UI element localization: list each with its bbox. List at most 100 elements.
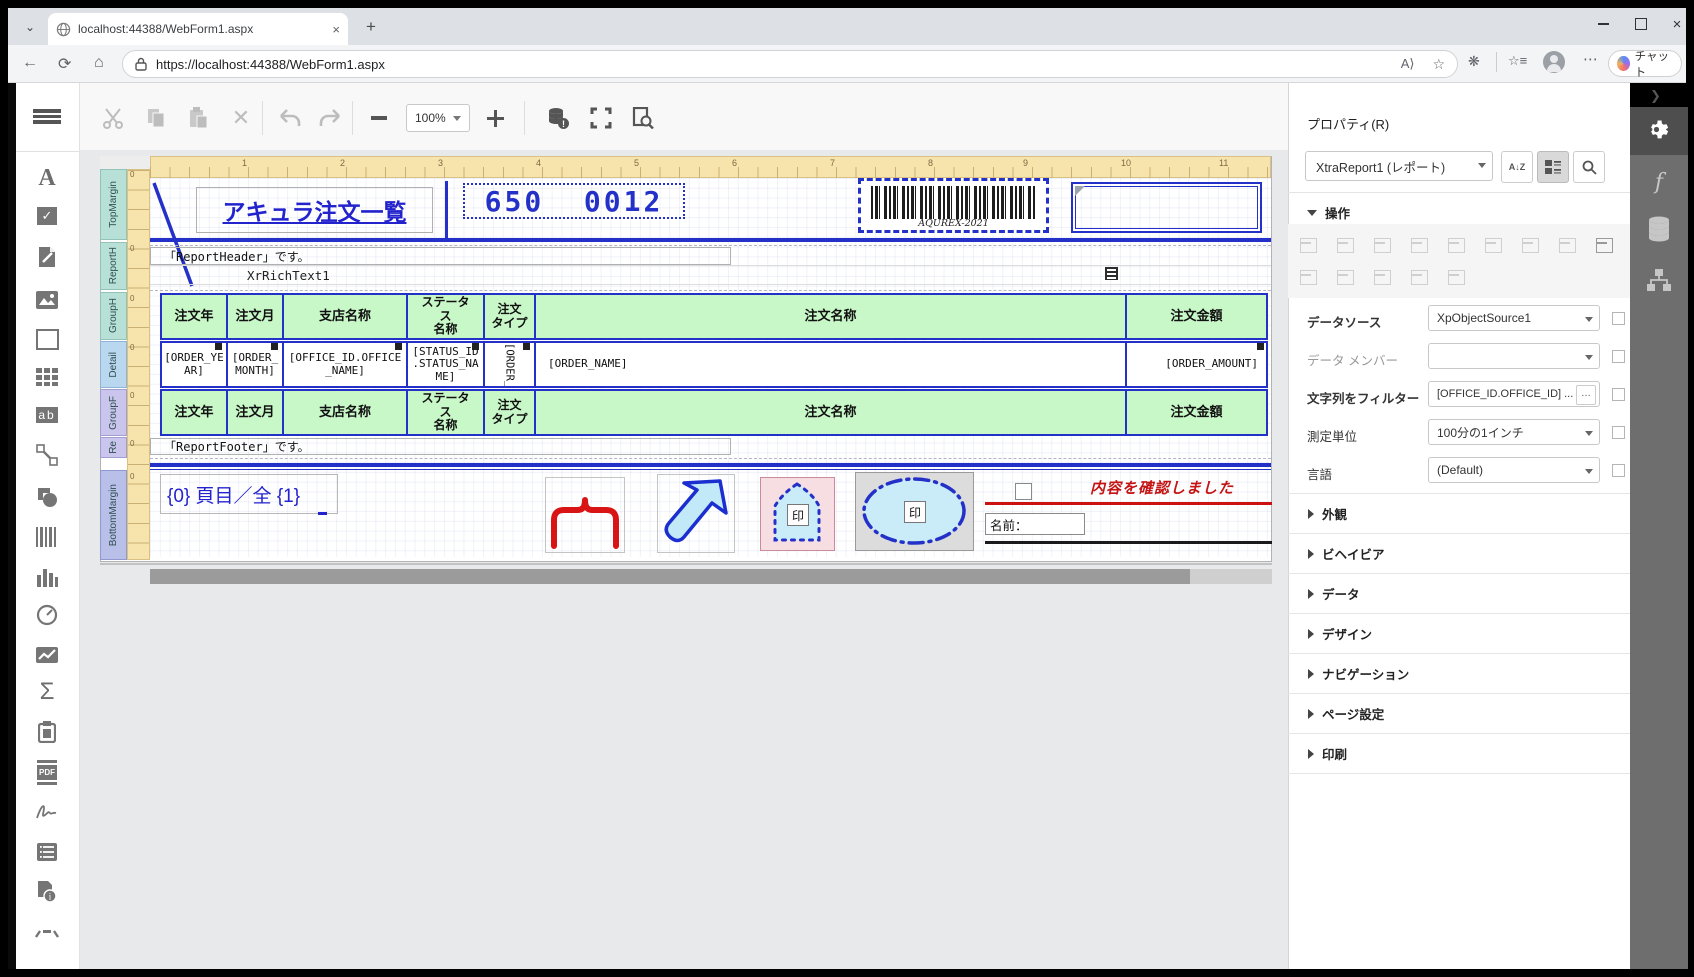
confirm-text-element[interactable]: 内容を確認しました — [1090, 477, 1285, 498]
label-tool-icon[interactable]: A — [34, 165, 60, 191]
profile-avatar[interactable] — [1543, 51, 1565, 73]
window-maximize-button[interactable] — [1624, 12, 1658, 36]
window-minimize-button[interactable] — [1586, 12, 1620, 36]
sparkline-tool-icon[interactable] — [34, 642, 60, 668]
header-cell-order-type[interactable]: 注文 タイプ — [483, 295, 534, 338]
menu-hamburger-icon[interactable] — [33, 107, 61, 129]
property-marker[interactable] — [1612, 388, 1625, 401]
expressions-tab-icon[interactable]: f — [1630, 160, 1688, 204]
selection-handle[interactable] — [523, 343, 530, 350]
detail-row[interactable]: [ORDER_YE AR] [ORDER_ MONTH] [OFFICE_ID.… — [160, 341, 1268, 388]
collections-icon[interactable]: ☆≡ — [1508, 53, 1527, 69]
selection-handle[interactable] — [271, 343, 278, 350]
table-of-contents-tool-icon[interactable] — [34, 839, 60, 865]
selection-handle[interactable] — [395, 343, 402, 350]
refresh-icon[interactable]: ⟳ — [58, 54, 71, 74]
new-tab-button[interactable]: + — [360, 17, 382, 39]
header-cell-status-name[interactable]: ステータ ス 名称 — [406, 295, 483, 338]
selection-handle[interactable] — [472, 343, 479, 350]
read-aloud-icon[interactable]: A⟩ — [1401, 56, 1415, 72]
property-marker[interactable] — [1612, 426, 1625, 439]
field-list-tab-icon[interactable] — [1630, 207, 1688, 251]
url-field[interactable]: https://localhost:44388/WebForm1.aspx A⟩… — [122, 50, 1458, 78]
operation-icon[interactable] — [1448, 238, 1465, 253]
band-label-top-margin[interactable]: TopMargin — [100, 169, 127, 240]
confirm-checkbox-element[interactable] — [1015, 483, 1032, 500]
operation-icon[interactable] — [1411, 238, 1428, 253]
properties-tab-gear-icon[interactable] — [1630, 109, 1688, 153]
delete-icon[interactable]: ✕ — [228, 105, 254, 131]
section-design[interactable]: デザイン — [1288, 613, 1630, 653]
preview-icon[interactable] — [630, 105, 656, 131]
tab-search-chevron-icon[interactable]: ⌄ — [18, 16, 42, 38]
browser-menu-icon[interactable]: ⋯ — [1583, 50, 1599, 68]
group-footer-row[interactable]: 注文年 注文月 支店名称 ステータ ス 名称 注文 タイプ 注文名称 注文金額 — [160, 389, 1268, 436]
property-value-language[interactable]: (Default) — [1428, 457, 1600, 483]
line-tool-icon[interactable] — [34, 442, 60, 468]
copilot-chat-button[interactable]: チャット — [1608, 50, 1682, 77]
tab-close-icon[interactable]: × — [332, 22, 340, 37]
arrow-shape-element[interactable] — [657, 474, 735, 553]
horizontal-scrollbar-track[interactable] — [150, 569, 1272, 584]
footer-cell-order-type[interactable]: 注文 タイプ — [483, 391, 534, 434]
property-value-unit[interactable]: 100分の1インチ — [1428, 419, 1600, 445]
cross-band-line-tool-icon[interactable] — [34, 920, 60, 946]
header-cell-order-name[interactable]: 注文名称 — [534, 295, 1125, 338]
operation-icon[interactable] — [1448, 270, 1465, 285]
name-field-element[interactable]: 名前： — [985, 513, 1085, 535]
report-title-label[interactable]: アキュラ注文一覧 — [196, 187, 433, 233]
black-line-element[interactable] — [985, 541, 1272, 544]
property-marker[interactable] — [1612, 312, 1625, 325]
data-source-wizard-icon[interactable]: ! — [545, 105, 571, 131]
zoom-in-icon[interactable] — [482, 105, 508, 131]
shape-tool-icon[interactable] — [34, 484, 60, 510]
pdf-content-tool-icon[interactable]: PDF — [34, 759, 60, 785]
detail-cell-order-amount[interactable]: [ORDER_AMOUNT] — [1125, 343, 1266, 386]
operation-icon[interactable] — [1596, 238, 1613, 253]
category-view-icon[interactable] — [1537, 151, 1569, 183]
page-break-tool-icon[interactable] — [34, 719, 60, 745]
footer-cell-order-name[interactable]: 注文名称 — [534, 391, 1125, 434]
operation-icon[interactable] — [1374, 270, 1391, 285]
gauge-tool-icon[interactable] — [34, 602, 60, 628]
zoom-level-select[interactable]: 100% — [406, 104, 470, 132]
sort-az-icon[interactable]: A↓Z — [1501, 151, 1533, 183]
footer-cell-office-name[interactable]: 支店名称 — [282, 391, 406, 434]
ellipse-stamp-element[interactable]: 印 — [855, 472, 974, 551]
property-marker[interactable] — [1612, 350, 1625, 363]
zip-barcode-element[interactable]: 650 0012 — [463, 183, 685, 219]
signature-tool-icon[interactable] — [34, 799, 60, 825]
operation-icon[interactable] — [1300, 270, 1317, 285]
band-label-report-header[interactable]: ReportH — [100, 242, 127, 290]
zoom-out-icon[interactable] — [366, 105, 392, 131]
footer-cell-order-amount[interactable]: 注文金額 — [1125, 391, 1266, 434]
operation-icon[interactable] — [1337, 238, 1354, 253]
ellipsis-button[interactable]: … — [1576, 385, 1596, 405]
vertical-line-element[interactable] — [445, 181, 448, 238]
panel-tool-icon[interactable] — [34, 326, 60, 352]
picture-tool-icon[interactable] — [34, 287, 60, 313]
section-print[interactable]: 印刷 — [1288, 733, 1630, 773]
redo-icon[interactable] — [318, 105, 344, 131]
report-header-label[interactable]: 「ReportHeader」です。 — [150, 247, 731, 265]
summary-sigma-tool-icon[interactable]: Σ — [34, 679, 60, 705]
band-label-report-footer[interactable]: Re — [100, 437, 127, 458]
panel-collapse-chevron-icon[interactable]: ❯ — [1650, 88, 1661, 104]
footer-cell-order-year[interactable]: 注文年 — [162, 391, 226, 434]
paste-icon[interactable] — [185, 105, 211, 131]
browser-essentials-icon[interactable]: ❋ — [1468, 53, 1480, 70]
detail-cell-order-name[interactable]: [ORDER_NAME] — [534, 343, 1125, 386]
report-explorer-tab-icon[interactable] — [1630, 258, 1688, 302]
operation-icon[interactable] — [1411, 270, 1428, 285]
footer-cell-status-name[interactable]: ステータ ス 名称 — [406, 391, 483, 434]
stamp-shape-element[interactable]: 印 — [760, 477, 835, 551]
fullscreen-icon[interactable] — [588, 105, 614, 131]
undo-icon[interactable] — [276, 105, 302, 131]
browser-tab[interactable]: localhost:44388/WebForm1.aspx × — [48, 13, 348, 45]
header-cell-office-name[interactable]: 支店名称 — [282, 295, 406, 338]
section-data[interactable]: データ — [1288, 573, 1630, 613]
selection-handle[interactable] — [1257, 343, 1264, 350]
richtext-element[interactable]: XrRichText1 — [247, 268, 330, 283]
header-cell-order-year[interactable]: 注文年 — [162, 295, 226, 338]
property-value-filter[interactable]: [OFFICE_ID.OFFICE_ID] ... … — [1428, 381, 1600, 407]
